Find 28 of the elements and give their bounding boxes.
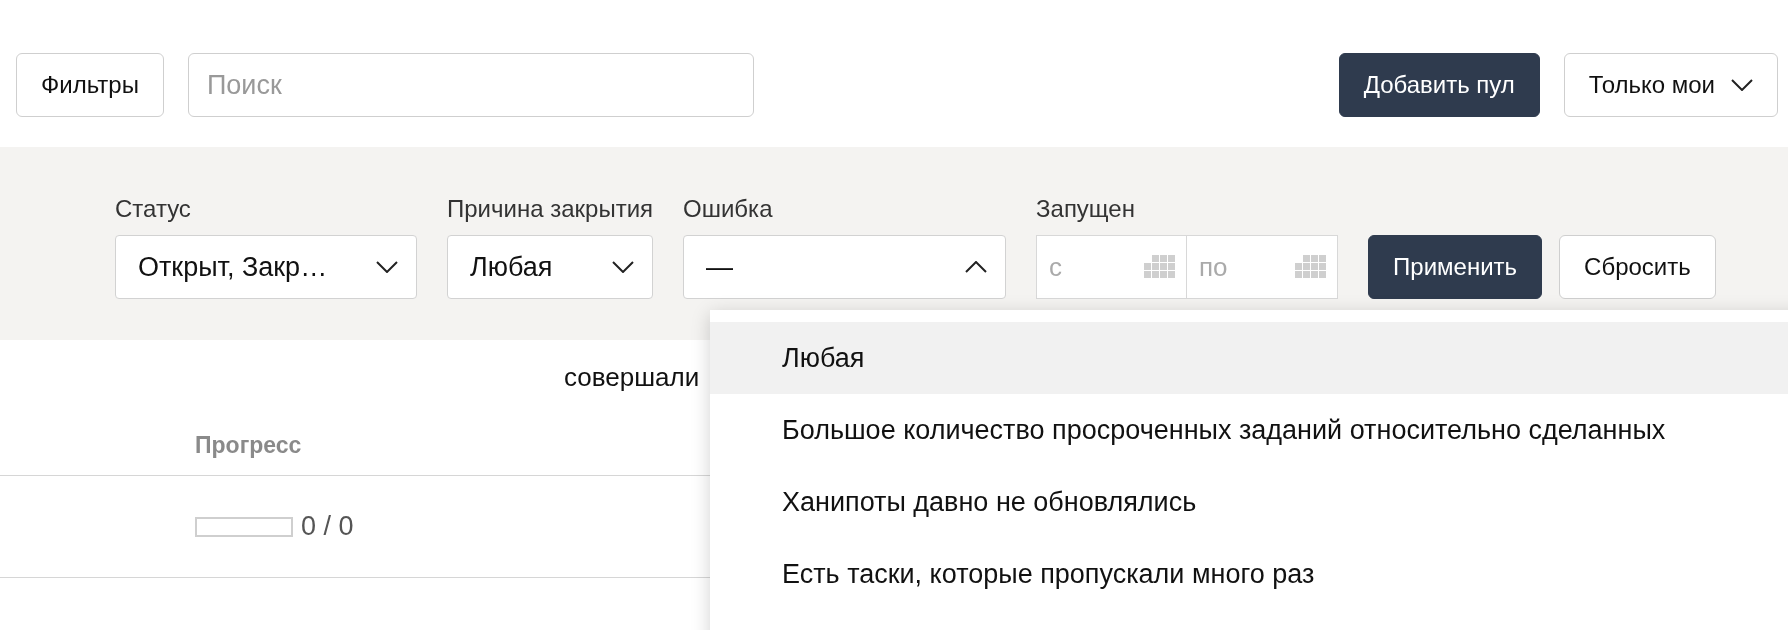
- search-field[interactable]: Поиск: [187, 53, 754, 117]
- description-text: совершали: [564, 362, 700, 392]
- date-field[interactable]: по: [1187, 235, 1339, 299]
- field-label: Причина закрытия: [447, 195, 654, 223]
- chevron-down-icon: [376, 261, 398, 273]
- add-pool-button[interactable]: Добавить пул: [1338, 53, 1540, 117]
- select-field[interactable]: Открыт, Закр…: [115, 235, 417, 299]
- dropdown-option[interactable]: Большое количество просроченных заданий относительно сделанных: [710, 394, 1788, 466]
- field-label: Ошибка: [683, 195, 774, 223]
- calendar-icon[interactable]: [1295, 255, 1327, 278]
- date-field[interactable]: с: [1036, 235, 1188, 299]
- field-label: Запущен: [1036, 195, 1136, 223]
- progress-reading: 0 / 0: [301, 511, 354, 542]
- filters-button[interactable]: Фильтры: [16, 53, 164, 117]
- column-header: Прогресс: [195, 432, 302, 458]
- calendar-icon[interactable]: [1144, 255, 1176, 278]
- dropdown-option[interactable]: Любая: [710, 322, 1788, 394]
- chevron-up-icon: [965, 261, 988, 273]
- field-label: Статус: [115, 195, 192, 223]
- chevron-down-icon: [612, 261, 635, 273]
- dropdown-option[interactable]: Ханипоты давно не обновлялись: [710, 466, 1788, 538]
- dropdown-option[interactable]: Есть таски, которые пропускали много раз: [710, 538, 1788, 610]
- apply-button[interactable]: Применить: [1368, 235, 1543, 299]
- select-field[interactable]: Любая: [447, 235, 654, 299]
- owner-select[interactable]: Только мои: [1563, 53, 1778, 117]
- select-field[interactable]: —: [683, 235, 1007, 299]
- chevron-down-icon: [1731, 79, 1753, 91]
- reset-button[interactable]: Сбросить: [1559, 235, 1716, 299]
